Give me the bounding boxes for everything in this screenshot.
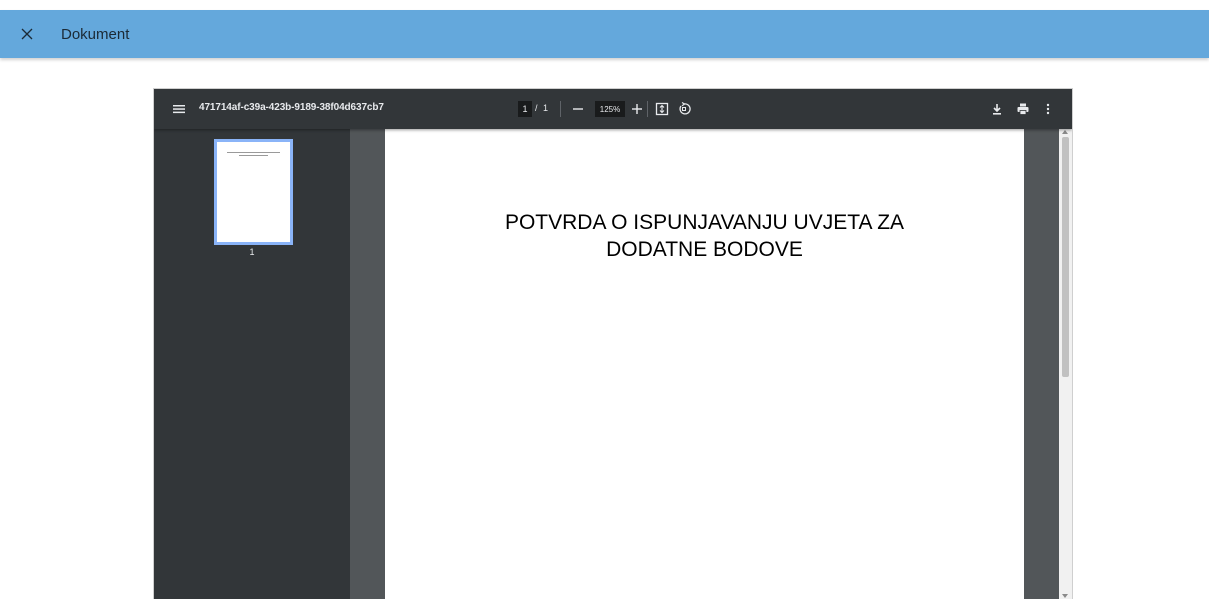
page-separator: / [535,103,538,113]
thumbnail-text-line [227,152,280,153]
toolbar-divider [647,101,648,117]
fit-to-page-icon[interactable] [655,102,669,116]
app-header: Dokument [0,10,1209,58]
toolbar-divider [560,101,561,117]
pdf-viewer: 471714af-c39a-423b-9189-38f04d637cb7 1 /… [154,89,1072,599]
vertical-scrollbar[interactable] [1059,129,1072,599]
dialog-title: Dokument [61,25,130,43]
zoom-in-icon[interactable] [631,102,643,116]
zoom-level-input[interactable]: 125% [595,101,625,117]
thumbnail-sidebar: 1 [154,129,350,599]
document-title-line: DODATNE BODOVE [606,238,803,261]
rotate-icon[interactable] [677,102,691,116]
print-icon[interactable] [1016,102,1030,116]
thumbnail-page-label: 1 [249,247,255,257]
scroll-up-arrow-icon[interactable] [1062,130,1068,134]
document-title-line: POTVRDA O ISPUNJAVANJU UVJETA ZA [504,211,905,234]
pdf-toolbar: 471714af-c39a-423b-9189-38f04d637cb7 1 /… [154,89,1072,129]
scrollbar-thumb[interactable] [1062,137,1069,377]
thumbnail-text-line [239,155,268,156]
more-vert-icon[interactable] [1043,102,1053,116]
zoom-out-icon[interactable] [572,102,584,116]
page-number-input[interactable]: 1 [518,101,532,117]
download-icon[interactable] [990,102,1004,116]
close-icon [21,28,33,40]
scroll-down-arrow-icon[interactable] [1062,594,1068,598]
close-button[interactable] [17,24,37,44]
document-name: 471714af-c39a-423b-9189-38f04d637cb7 [199,102,384,113]
page-thumbnail[interactable] [214,139,293,245]
page-total: 1 [543,103,549,113]
menu-icon[interactable] [172,102,186,116]
document-page: POTVRDA O ISPUNJAVANJU UVJETA ZA DODATNE… [385,129,1024,599]
document-title: POTVRDA O ISPUNJAVANJU UVJETA ZA DODATNE… [385,209,1024,263]
